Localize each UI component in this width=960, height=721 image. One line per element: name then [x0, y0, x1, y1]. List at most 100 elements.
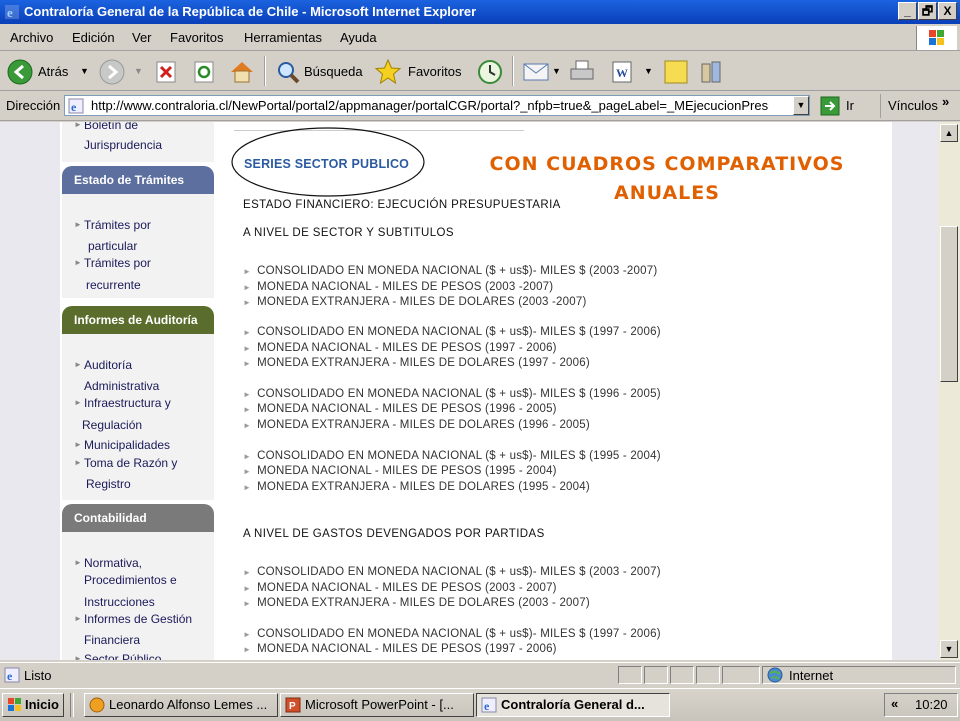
powerpoint-icon: P [285, 697, 301, 713]
home-icon[interactable] [228, 58, 256, 86]
menu-favoritos[interactable]: Favoritos [170, 30, 223, 45]
mail-icon[interactable] [522, 60, 550, 84]
report-link[interactable]: ► MONEDA EXTRANJERA - MILES DE DOLARES (1… [243, 481, 590, 493]
sidebar-link-financiera[interactable]: Financiera [84, 633, 140, 647]
sidebar-link-informes-gestion[interactable]: Informes de Gestión [84, 612, 192, 626]
svg-text:e: e [7, 5, 13, 20]
menu-ver[interactable]: Ver [132, 30, 152, 45]
print-icon[interactable] [568, 58, 596, 86]
report-link[interactable]: ► MONEDA NACIONAL - MILES DE PESOS (2003 … [243, 281, 553, 293]
arrow-icon: ► [74, 458, 82, 467]
sidebar-link-toma-razon[interactable]: Toma de Razón y [84, 456, 177, 470]
search-button[interactable]: Búsqueda [304, 64, 363, 79]
sidebar-link-instrucciones[interactable]: Instrucciones [84, 595, 155, 609]
title-bar: e Contraloría General de la República de… [0, 0, 960, 24]
menu-archivo[interactable]: Archivo [10, 30, 53, 45]
sidebar-link-normativa[interactable]: Normativa, [84, 556, 142, 570]
refresh-icon[interactable] [192, 60, 216, 84]
report-link[interactable]: ► MONEDA NACIONAL - MILES DE PESOS (2003 … [243, 582, 557, 594]
svg-text:e: e [484, 699, 490, 713]
arrow-icon: ► [74, 258, 82, 267]
toolbar: Atrás ▼ ▼ Búsqueda Favoritos ▼ W ▼ [0, 52, 960, 91]
report-link[interactable]: ► CONSOLIDADO EN MONEDA NACIONAL ($ + us$… [243, 388, 661, 400]
report-link[interactable]: ► MONEDA NACIONAL - MILES DE PESOS (1997 … [243, 342, 557, 354]
address-dropdown-icon[interactable]: ▼ [793, 96, 809, 115]
report-link[interactable]: ► MONEDA NACIONAL - MILES DE PESOS (1995 … [243, 465, 557, 477]
address-input[interactable]: e http://www.contraloria.cl/NewPortal/po… [64, 95, 810, 116]
scroll-down-icon[interactable]: ▼ [940, 640, 958, 658]
favorites-button[interactable]: Favoritos [408, 64, 461, 79]
clock: 10:20 [915, 697, 948, 712]
search-icon[interactable] [274, 58, 302, 86]
forward-dropdown-icon[interactable]: ▼ [134, 66, 143, 76]
sidebar-link-tramites-particular[interactable]: Trámites por [84, 218, 151, 232]
sidebar: ► Boletín de Jurisprudencia Estado de Tr… [60, 122, 216, 660]
sidebar-link-municipalidades[interactable]: Municipalidades [84, 438, 170, 452]
close-button[interactable]: X [938, 2, 957, 20]
report-link[interactable]: ► CONSOLIDADO EN MONEDA NACIONAL ($ + us$… [243, 628, 661, 640]
tray-expand-icon[interactable]: « [891, 696, 898, 711]
back-dropdown-icon[interactable]: ▼ [80, 66, 89, 76]
scroll-up-icon[interactable]: ▲ [940, 124, 958, 142]
report-link[interactable]: ► CONSOLIDADO EN MONEDA NACIONAL ($ + us$… [243, 450, 661, 462]
sidebar-link-jurisprudencia[interactable]: Jurisprudencia [84, 138, 162, 152]
scroll-thumb[interactable] [940, 226, 958, 382]
sidebar-link-sector-publico[interactable]: Sector Público [84, 652, 161, 660]
task-powerpoint[interactable]: P Microsoft PowerPoint - [... [280, 693, 474, 717]
windows-flag-icon [8, 698, 21, 711]
sidebar-link-procedimientos[interactable]: Procedimientos e [84, 573, 177, 587]
report-link[interactable]: ► CONSOLIDADO EN MONEDA NACIONAL ($ + us$… [243, 326, 661, 338]
task-messenger[interactable]: Leonardo Alfonso Lemes ... [84, 693, 278, 717]
report-link[interactable]: ► CONSOLIDADO EN MONEDA NACIONAL ($ + us$… [243, 265, 657, 277]
address-url: http://www.contraloria.cl/NewPortal/port… [91, 98, 769, 113]
arrow-icon: ► [74, 220, 82, 229]
start-button[interactable]: Inicio [2, 693, 64, 717]
favorites-star-icon[interactable] [374, 58, 402, 86]
zone-text: Internet [789, 668, 834, 683]
links-chevron-icon[interactable]: » [942, 94, 949, 109]
report-link[interactable]: ► MONEDA NACIONAL - MILES DE PESOS (1996 … [243, 403, 557, 415]
sidebar-link-boletin[interactable]: Boletín de [84, 122, 138, 132]
menu-herramientas[interactable]: Herramientas [244, 30, 322, 45]
sidebar-link-recurrente[interactable]: recurrente [86, 278, 141, 292]
menu-edicion[interactable]: Edición [72, 30, 115, 45]
sidebar-link-particular[interactable]: particular [88, 239, 137, 253]
messenger-icon[interactable] [698, 58, 726, 86]
sidebar-link-auditoria[interactable]: Auditoría [84, 358, 132, 372]
svg-text:W: W [616, 66, 628, 80]
svg-text:e: e [71, 100, 77, 114]
go-arrow-icon[interactable] [820, 96, 840, 116]
sidebar-link-infraestructura[interactable]: Infraestructura y [84, 396, 171, 410]
forward-arrow-icon[interactable] [98, 58, 126, 86]
report-link[interactable]: ► MONEDA EXTRANJERA - MILES DE DOLARES (2… [243, 597, 590, 609]
main-content: SERIES SECTOR PUBLICO CON CUADROS COMPAR… [228, 122, 892, 660]
edit-dropdown-icon[interactable]: ▼ [644, 66, 653, 76]
discuss-note-icon[interactable] [662, 58, 690, 86]
task-internet-explorer[interactable]: e Contraloría General d... [476, 693, 670, 717]
go-button[interactable]: Ir [846, 98, 854, 113]
report-link[interactable]: ► MONEDA EXTRANJERA - MILES DE DOLARES (2… [243, 296, 586, 308]
word-edit-icon[interactable]: W [610, 60, 636, 84]
back-arrow-icon[interactable] [6, 58, 34, 86]
maximize-button[interactable]: 🗗 [918, 2, 937, 20]
sidebar-link-regulacion[interactable]: Regulación [82, 418, 142, 432]
links-button[interactable]: Vínculos [888, 98, 938, 113]
report-link[interactable]: ► CONSOLIDADO EN MONEDA NACIONAL ($ + us$… [243, 566, 661, 578]
messenger-task-icon [89, 697, 105, 713]
back-button[interactable]: Atrás [38, 64, 68, 79]
sidebar-link-registro[interactable]: Registro [86, 477, 131, 491]
report-link[interactable]: ► MONEDA EXTRANJERA - MILES DE DOLARES (1… [243, 419, 590, 431]
menu-ayuda[interactable]: Ayuda [340, 30, 377, 45]
report-link[interactable]: ► MONEDA NACIONAL - MILES DE PESOS (1997 … [243, 643, 557, 655]
sidebar-link-administrativa[interactable]: Administrativa [84, 379, 159, 393]
address-label: Dirección [6, 98, 61, 113]
series-title: SERIES SECTOR PUBLICO [244, 157, 410, 171]
window-title: Contraloría General de la República de C… [24, 4, 477, 19]
report-link[interactable]: ► MONEDA EXTRANJERA - MILES DE DOLARES (1… [243, 357, 590, 369]
vertical-scrollbar[interactable]: ▲ ▼ [938, 122, 960, 660]
history-icon[interactable] [476, 58, 504, 86]
minimize-button[interactable]: _ [898, 2, 917, 20]
sidebar-link-tramites-recurrente[interactable]: Trámites por [84, 256, 151, 270]
mail-dropdown-icon[interactable]: ▼ [552, 66, 561, 76]
stop-icon[interactable] [154, 60, 178, 84]
